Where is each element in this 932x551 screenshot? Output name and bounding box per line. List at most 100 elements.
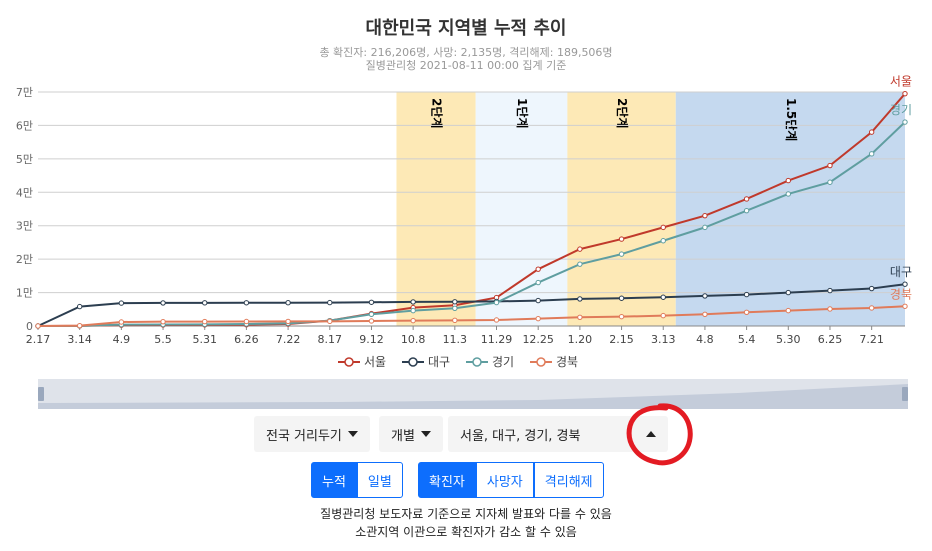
data-point <box>785 307 791 314</box>
data-point <box>660 294 666 300</box>
data-point <box>868 151 875 157</box>
x-tick-label: 1.20 <box>568 333 593 346</box>
series-end-label: 대구 <box>890 265 912 279</box>
x-tick-label: 8.17 <box>318 333 343 346</box>
legend-label: 경기 <box>492 355 514 369</box>
x-tick-label: 4.9 <box>113 333 131 346</box>
navigator-right-handle[interactable] <box>902 387 908 401</box>
data-point <box>743 207 750 214</box>
cumulative-button[interactable]: 누적 <box>311 462 357 498</box>
data-point <box>35 323 41 329</box>
data-point <box>243 300 250 306</box>
chevron-down-icon <box>347 431 358 437</box>
data-point <box>660 312 666 319</box>
distancing-dropdown[interactable]: 전국 거리두기 <box>254 416 370 452</box>
x-tick-label: 7.21 <box>859 333 884 346</box>
data-point <box>285 318 291 325</box>
data-point <box>285 300 291 306</box>
legend-swatch-marker <box>344 357 354 367</box>
data-point <box>702 224 708 231</box>
data-point <box>618 251 625 257</box>
data-point <box>452 305 458 311</box>
x-tick-label: 3.13 <box>651 333 676 346</box>
x-tick-label: 6.25 <box>818 333 843 346</box>
y-tick-label: 0 <box>26 320 33 333</box>
data-point <box>868 305 875 311</box>
data-point <box>868 285 875 292</box>
x-tick-label: 12.25 <box>522 333 554 346</box>
data-point <box>160 300 166 306</box>
daily-button[interactable]: 일별 <box>356 462 403 498</box>
confirmed-button[interactable]: 확진자 <box>418 462 476 498</box>
data-point <box>902 303 908 309</box>
deaths-button[interactable]: 사망자 <box>475 462 534 498</box>
distancing-dropdown-label: 전국 거리두기 <box>266 428 342 444</box>
x-tick-label: 6.26 <box>234 333 259 346</box>
data-point <box>868 129 875 135</box>
data-point <box>577 296 583 302</box>
data-point <box>493 317 500 323</box>
y-tick-label: 5만 <box>16 153 33 166</box>
data-point <box>243 318 250 325</box>
data-point <box>827 179 833 185</box>
data-point <box>618 236 625 242</box>
data-point <box>902 281 908 287</box>
data-point <box>160 318 166 325</box>
data-point <box>535 266 541 272</box>
y-tick-label: 1만 <box>16 287 33 300</box>
data-point <box>327 318 333 325</box>
data-point <box>785 177 791 184</box>
series-end-label: 경기 <box>890 103 912 117</box>
legend-label: 경북 <box>556 355 578 369</box>
band-label: 1.5단계 <box>784 98 799 141</box>
data-point <box>368 299 375 305</box>
x-tick-label: 3.14 <box>67 333 92 346</box>
data-point <box>535 315 541 322</box>
aggregation-toggle-group: 누적 일별 <box>311 462 403 498</box>
x-tick-label: 5.4 <box>738 333 756 346</box>
data-point <box>493 299 500 306</box>
data-point <box>535 297 541 304</box>
x-tick-label: 2.15 <box>609 333 634 346</box>
data-point <box>202 318 208 325</box>
range-navigator[interactable] <box>38 379 908 409</box>
data-point <box>535 279 541 286</box>
line-chart: 2단계 1단계 2단계 1.5단계 0 1만 2만 3만 4만 5만 6만 7만 2.17 3.14 4.9… <box>16 75 912 369</box>
data-point <box>410 317 416 324</box>
data-point <box>118 300 125 306</box>
data-point <box>702 293 708 299</box>
data-point <box>577 261 583 267</box>
data-point <box>785 191 791 197</box>
y-tick-label: 4만 <box>16 186 33 199</box>
data-point <box>660 224 666 231</box>
navigator-left-handle[interactable] <box>38 387 44 401</box>
data-point <box>902 119 908 125</box>
band-label: 2단계 <box>615 98 630 128</box>
data-point <box>76 303 83 310</box>
data-point <box>660 238 666 244</box>
region-select-value: 서울, 대구, 경기, 경북 <box>460 428 581 444</box>
legend-swatch-marker <box>536 357 546 367</box>
data-point <box>902 90 908 97</box>
data-point <box>827 287 833 294</box>
series-end-label: 서울 <box>890 75 912 89</box>
data-point <box>702 311 708 317</box>
y-tick-label: 3만 <box>16 220 33 233</box>
data-point <box>702 212 708 219</box>
metric-toggle-group: 확진자 사망자 격리해제 <box>418 462 604 498</box>
note-line-2: 소관지역 이관으로 확진자가 감소 할 수 있음 <box>355 525 577 539</box>
band-label: 1단계 <box>515 98 530 128</box>
y-tick-label: 7만 <box>16 86 33 99</box>
x-tick-label: 5.31 <box>192 333 217 346</box>
data-point <box>368 311 375 317</box>
data-point <box>410 307 416 314</box>
data-point <box>577 314 583 321</box>
released-button[interactable]: 격리해제 <box>533 462 604 498</box>
data-point <box>368 318 375 324</box>
mode-dropdown[interactable]: 개별 <box>379 416 443 452</box>
data-point <box>785 289 791 296</box>
chevron-down-icon <box>420 431 431 437</box>
y-tick-label: 2만 <box>16 253 33 266</box>
x-tick-label: 5.30 <box>776 333 801 346</box>
data-point <box>452 317 458 324</box>
